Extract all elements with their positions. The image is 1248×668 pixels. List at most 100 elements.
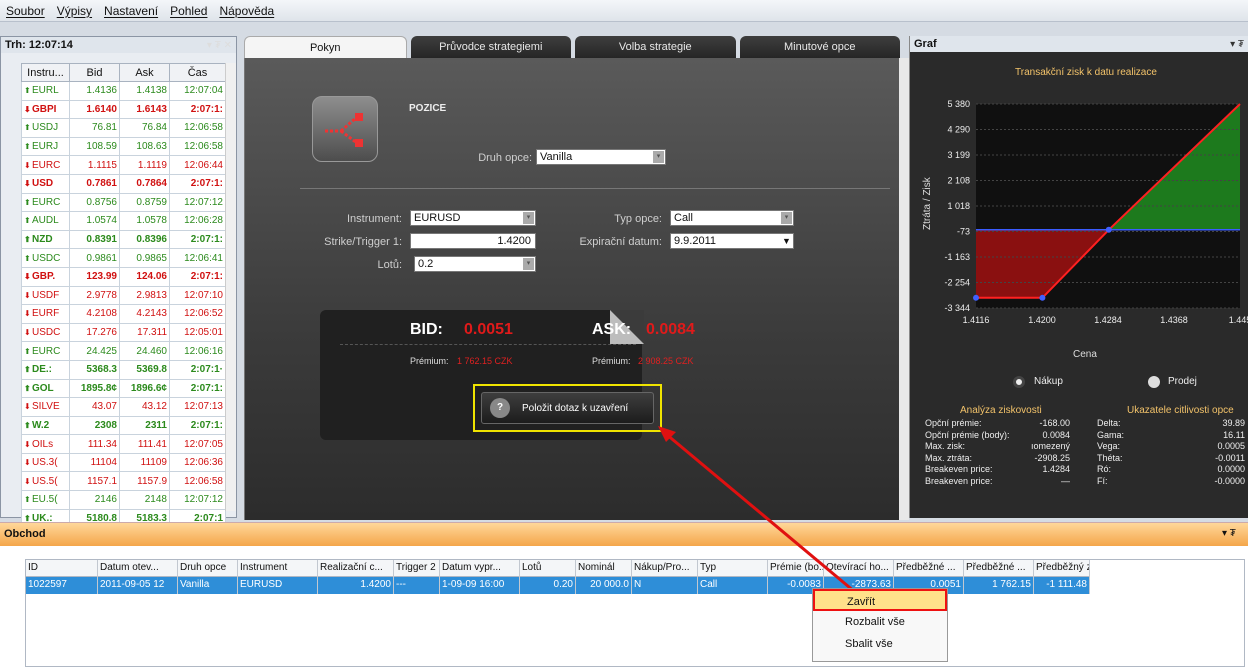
ask-cell: 5369.8 [119, 359, 170, 380]
table-row[interactable]: ⬇SILVE 43.07 43.12 12:07:13 [21, 397, 226, 417]
sensitivity-label: Théta: [1097, 452, 1123, 463]
table-row[interactable]: ⬇USDC 17.276 17.311 12:05:01 [21, 322, 226, 343]
strike-value: 1.4200 [497, 235, 531, 247]
instrument-name: USDC [32, 327, 61, 339]
prodej-label: Prodej [1168, 376, 1197, 387]
column-header[interactable]: ID [26, 560, 98, 577]
table-row[interactable]: ⬇GBPI 1.6140 1.6143 2:07:1: [21, 99, 226, 120]
table-row[interactable]: ⬇US.5(1157.1 1157.9 12:06:58 [21, 471, 226, 492]
expiration-date-picker[interactable]: 9.9.2011 ▼ [670, 233, 794, 249]
instrument-cell: ⬆DE.: [21, 359, 70, 380]
sensitivity-value: -0.0000 [1214, 475, 1245, 486]
column-header[interactable]: Datum vypr... [440, 560, 520, 577]
sensitivity-value: 0.0000 [1217, 464, 1245, 474]
col-instrument[interactable]: Instru... [21, 63, 70, 82]
table-row[interactable]: ⬆NZD 0.8391 0.8396 2:07:1: [21, 229, 226, 250]
column-header[interactable]: Nominál [576, 560, 632, 577]
column-header[interactable]: Předběžné ... [894, 560, 964, 577]
tab-pruvodce[interactable]: Průvodce strategiemi [410, 36, 571, 58]
table-row[interactable]: ⬆EURL 1.4136 1.4138 12:07:04 [21, 81, 226, 101]
bid-cell: 76.81 [69, 118, 120, 138]
bid-cell: 43.07 [69, 397, 120, 417]
tab-minutove[interactable]: Minutové opce [739, 36, 900, 58]
table-row[interactable]: ⬆DE.: 5368.3 5369.8 2:07:1· [21, 359, 226, 380]
lotu-select[interactable]: 0.2 ▾ [414, 256, 536, 272]
table-row[interactable]: ⬇GBP. 123.99 124.06 2:07:1: [21, 266, 226, 287]
sensitivity-value: -0.0011 [1215, 452, 1245, 463]
column-header[interactable]: Předběžný z... [1034, 560, 1090, 577]
y-tick-label: -1 163 [944, 252, 970, 262]
col-ask[interactable]: Ask [119, 63, 170, 82]
tab-volba[interactable]: Volba strategie [575, 36, 736, 58]
column-header[interactable]: Datum otev... [98, 560, 178, 577]
request-close-button[interactable]: ? Položit dotaz k uzavření [481, 392, 654, 424]
analysis-label: Opční prémie (body): [925, 429, 1010, 440]
menu-vypisy[interactable]: Výpisy [57, 4, 92, 18]
column-header[interactable]: Realizační c... [318, 560, 394, 577]
chevron-down-icon: ▾ [781, 212, 792, 224]
instrument-cell: ⬇GBP. [21, 266, 70, 287]
x-tick-label: 1.4200 [1028, 315, 1056, 325]
col-bid[interactable]: Bid [69, 63, 120, 82]
table-row[interactable]: ⬆EURC 0.8756 0.8759 12:07:12 [21, 192, 226, 213]
typ-value: Call [674, 212, 693, 224]
panel-controls-icon[interactable]: ▾ ₮ ✕ [207, 40, 232, 51]
ask-cell: 0.9865 [119, 248, 170, 268]
column-header[interactable]: Předběžné ... [964, 560, 1034, 577]
table-row[interactable]: ⬇USDF 2.9778 2.9813 12:07:10 [21, 285, 226, 306]
time-cell: 12:06:58 [169, 136, 226, 157]
lotu-label: Lotů: [377, 259, 402, 271]
table-row[interactable]: ⬆EURC 24.425 24.460 12:06:16 [21, 341, 226, 361]
y-tick-label: -3 344 [944, 303, 970, 313]
menu-nastaveni[interactable]: Nastavení [104, 4, 158, 18]
strike-input[interactable]: 1.4200 [410, 233, 536, 249]
table-row[interactable]: ⬆AUDL 1.0574 1.0578 12:06:28 [21, 211, 226, 231]
menu-item-rozbalit[interactable]: Rozbalit vše [813, 611, 947, 633]
arrow-down-icon: ⬇ [24, 179, 31, 189]
table-row[interactable]: ⬇USD 0.7861 0.7864 2:07:1: [21, 173, 226, 194]
premium-bid-value: 1 762.15 CZK [457, 356, 513, 366]
arrow-down-icon: ⬇ [24, 272, 31, 282]
instrument-name: US.3( [32, 457, 58, 469]
table-row[interactable]: ⬇EURC 1.1115 1.1119 12:06:44 [21, 155, 226, 175]
typ-opce-select[interactable]: Call ▾ [670, 210, 794, 226]
table-row[interactable]: ⬆USDJ 76.81 76.84 12:06:58 [21, 118, 226, 138]
bid-cell: 2146 [69, 490, 120, 510]
table-row[interactable]: ⬆USDC 0.9861 0.9865 12:06:41 [21, 248, 226, 268]
menu-soubor[interactable]: Soubor [6, 4, 45, 18]
analysis-row: Max. ztráta: -2908.25 Théta: -0.0011 [925, 453, 1245, 465]
graph-title: Graf [914, 38, 937, 50]
table-row[interactable]: ⬆EURJ 108.59 108.63 12:06:58 [21, 136, 226, 157]
column-header[interactable]: Lotů [520, 560, 576, 577]
table-row[interactable]: ⬆GOL 1895.8¢ 1896.6¢ 2:07:1: [21, 378, 226, 399]
analysis-label: Breakeven price: [925, 464, 993, 474]
column-header[interactable]: Instrument [238, 560, 318, 577]
table-cell: 2011-09-05 12 [98, 577, 178, 594]
panel-controls-icon[interactable]: ▾ ₮ [1222, 528, 1236, 539]
menu-napoveda[interactable]: Nápověda [219, 4, 274, 18]
instrument-name: EURC [32, 196, 61, 208]
table-row[interactable]: ⬆W.2 2308 2311 2:07:1: [21, 415, 226, 436]
market-scrollbar[interactable] [225, 63, 236, 511]
sensitivity-label: Gama: [1097, 429, 1125, 440]
menu-item-zavrit[interactable]: Zavřít [813, 589, 947, 611]
table-row[interactable]: ⬇EURF 4.2108 4.2143 12:06:52 [21, 304, 226, 324]
panel-controls-icon[interactable]: ▾ ₮ [1230, 39, 1244, 50]
analysis-value: ıomezený [1030, 441, 1070, 451]
druh-opce-select[interactable]: Vanilla ▾ [536, 149, 666, 165]
menu-pohled[interactable]: Pohled [170, 4, 207, 18]
column-header[interactable]: Druh opce [178, 560, 238, 577]
tab-pokyn[interactable]: Pokyn [244, 36, 407, 58]
column-header[interactable]: Trigger 2 [394, 560, 440, 577]
instrument-select[interactable]: EURUSD ▾ [410, 210, 536, 226]
table-row[interactable]: ⬆EU.5(2146 2148 12:07:12 [21, 490, 226, 510]
menu-item-sbalit[interactable]: Sbalit vše [813, 633, 947, 655]
table-row[interactable]: ⬇OILs 111.34 111.41 12:07:05 [21, 434, 226, 454]
order-scrollbar[interactable] [899, 58, 909, 520]
col-time[interactable]: Čas [169, 63, 226, 82]
nakup-radio[interactable] [1013, 376, 1025, 388]
instrument-cell: ⬆USDC [21, 248, 70, 268]
prodej-radio[interactable] [1148, 376, 1160, 388]
table-row[interactable]: ⬇US.3(11104 11109 12:06:36 [21, 452, 226, 473]
y-tick-label: 3 199 [947, 150, 970, 160]
